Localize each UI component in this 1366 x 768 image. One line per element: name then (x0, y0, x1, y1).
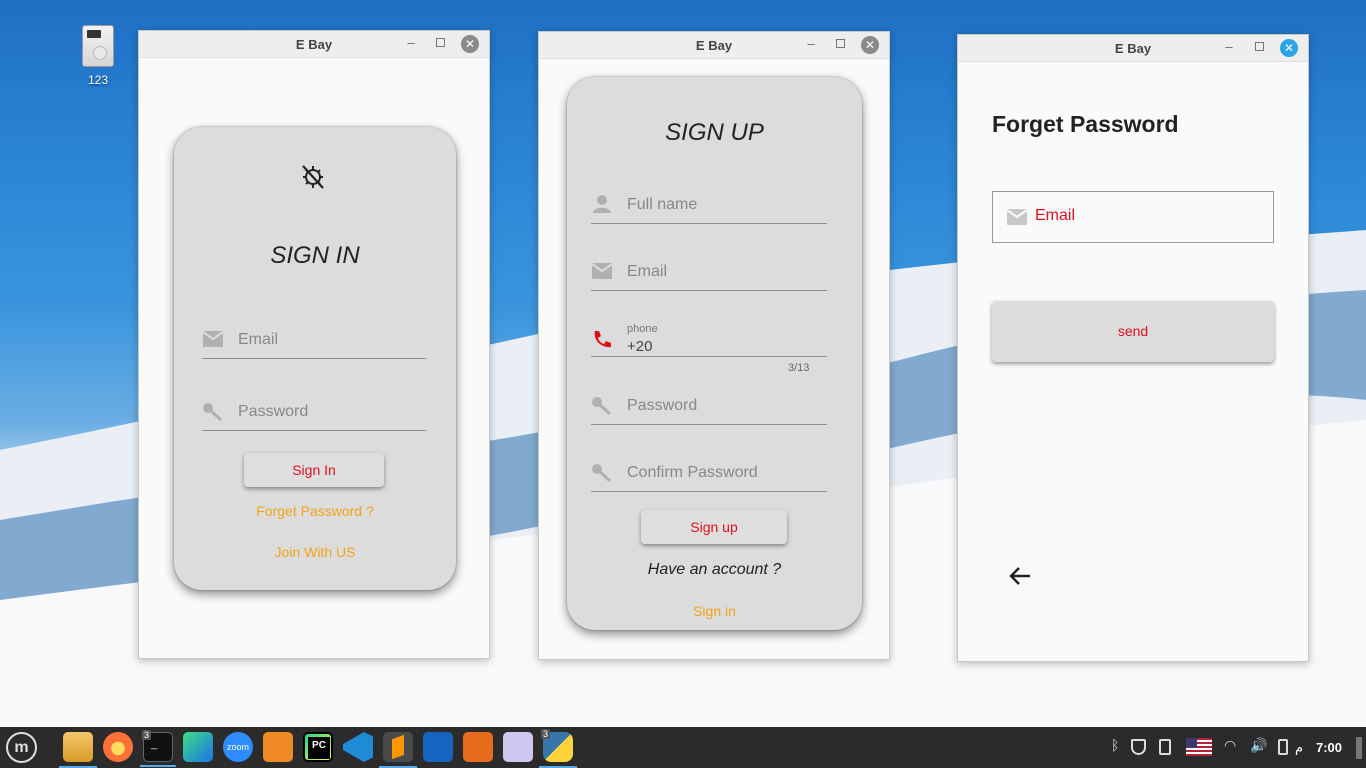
minimize-button[interactable]: – (1220, 39, 1238, 57)
send-button[interactable]: send (992, 301, 1274, 362)
android-studio-icon[interactable] (183, 732, 213, 762)
close-button[interactable]: ✕ (861, 36, 879, 54)
key-icon (203, 403, 223, 421)
have-account-text: Have an account ? (647, 561, 782, 578)
desktop-icon-label: 123 (87, 73, 109, 87)
key-icon (592, 464, 612, 482)
fullname-placeholder: Full name (627, 196, 698, 213)
maximize-button[interactable] (436, 38, 445, 47)
forget-password-window: E Bay – ✕ Forget Password Email send (957, 34, 1309, 662)
person-icon (593, 195, 611, 213)
signin-link[interactable]: Sign in (567, 603, 862, 619)
python-app-icon[interactable]: 3 (539, 729, 577, 768)
phone-label: phone (627, 323, 658, 335)
app-logo-icon (302, 165, 324, 189)
signup-button[interactable]: Sign up (641, 510, 787, 544)
mail-icon (591, 263, 613, 279)
terminal-window-count: 3 (142, 730, 152, 740)
text-editor-icon[interactable] (503, 732, 533, 762)
network-tool-icon[interactable] (263, 732, 293, 762)
password-field[interactable]: Password (202, 391, 426, 431)
signin-window: E Bay – ✕ SIGN IN Email Password Sign In… (138, 30, 490, 659)
confirm-password-field[interactable]: Confirm Password (591, 452, 827, 492)
signup-heading: SIGN UP (665, 119, 764, 146)
password-field[interactable]: Password (591, 385, 827, 425)
menu-icon[interactable]: m (6, 732, 37, 763)
signin-card: SIGN IN Email Password Sign In Forget Pa… (174, 127, 456, 590)
titlebar: E Bay – ✕ (958, 35, 1308, 62)
fullname-field[interactable]: Full name (591, 184, 827, 224)
pycharm-app-icon[interactable]: PC (303, 732, 333, 762)
python-window-count: 3 (541, 729, 551, 739)
forget-password-link[interactable]: Forget Password ? (174, 503, 456, 519)
taskbar: m 3 _ zoom PC 3 ᛒ ◠ 🔊 م 7:00 (0, 727, 1366, 768)
password-placeholder: Password (627, 397, 698, 414)
sublime-app-icon[interactable] (379, 732, 417, 768)
anydesk-app-icon[interactable] (423, 732, 453, 762)
mail-icon (1006, 209, 1028, 225)
minimize-button[interactable]: – (802, 36, 820, 54)
battery-icon[interactable] (1278, 739, 1288, 755)
phone-icon (594, 331, 611, 348)
show-desktop-button[interactable] (1356, 737, 1362, 759)
mail-icon (202, 331, 224, 347)
clock[interactable]: 7:00 (1316, 740, 1342, 755)
signin-heading: SIGN IN (270, 242, 360, 269)
close-button[interactable]: ✕ (1280, 39, 1298, 57)
wifi-icon[interactable]: ◠ (1224, 737, 1240, 753)
bluetooth-icon[interactable]: ᛒ (1111, 737, 1121, 753)
shield-icon[interactable] (1131, 739, 1146, 755)
titlebar: E Bay – ✕ (539, 32, 889, 59)
phone-value: +20 (627, 338, 653, 355)
maximize-button[interactable] (1255, 42, 1264, 51)
firefox-app-icon[interactable] (103, 732, 133, 762)
confirm-password-placeholder: Confirm Password (627, 464, 758, 481)
maximize-button[interactable] (836, 39, 845, 48)
volume-icon[interactable]: 🔊 (1250, 737, 1267, 753)
close-button[interactable]: ✕ (461, 35, 479, 53)
drive-icon (82, 25, 114, 67)
email-placeholder: Email (627, 263, 668, 280)
zoom-app-icon[interactable]: zoom (223, 732, 253, 762)
key-icon (592, 397, 612, 415)
join-link[interactable]: Join With US (174, 544, 456, 560)
password-placeholder: Password (238, 403, 309, 420)
terminal-app-icon[interactable]: 3 _ (140, 730, 176, 767)
signup-window: E Bay – ✕ SIGN UP Full name Email phone … (538, 31, 890, 660)
email-field[interactable]: Email (992, 191, 1274, 243)
titlebar: E Bay – ✕ (139, 31, 489, 58)
phone-counter: 3/13 (788, 362, 810, 374)
clock-suffix: م (1295, 740, 1304, 755)
email-field[interactable]: Email (591, 251, 827, 291)
phone-field[interactable]: phone +20 (591, 317, 827, 357)
us-flag-icon[interactable] (1186, 738, 1212, 756)
desktop-drive-icon[interactable]: 123 (80, 25, 116, 87)
clipboard-icon[interactable] (1159, 739, 1171, 755)
email-placeholder: Email (1035, 207, 1076, 224)
minimize-button[interactable]: – (402, 35, 420, 53)
back-arrow-icon[interactable] (1008, 565, 1032, 587)
zoom-label: zoom (226, 742, 249, 752)
slides-app-icon[interactable] (463, 732, 493, 762)
signin-button[interactable]: Sign In (244, 453, 384, 487)
email-field[interactable]: Email (202, 319, 426, 359)
forget-heading: Forget Password (992, 111, 1179, 137)
signup-card: SIGN UP Full name Email phone +20 3/13 P… (567, 77, 862, 630)
vscode-app-icon[interactable] (343, 732, 373, 762)
email-placeholder: Email (238, 331, 279, 348)
files-app-icon[interactable] (59, 732, 97, 768)
